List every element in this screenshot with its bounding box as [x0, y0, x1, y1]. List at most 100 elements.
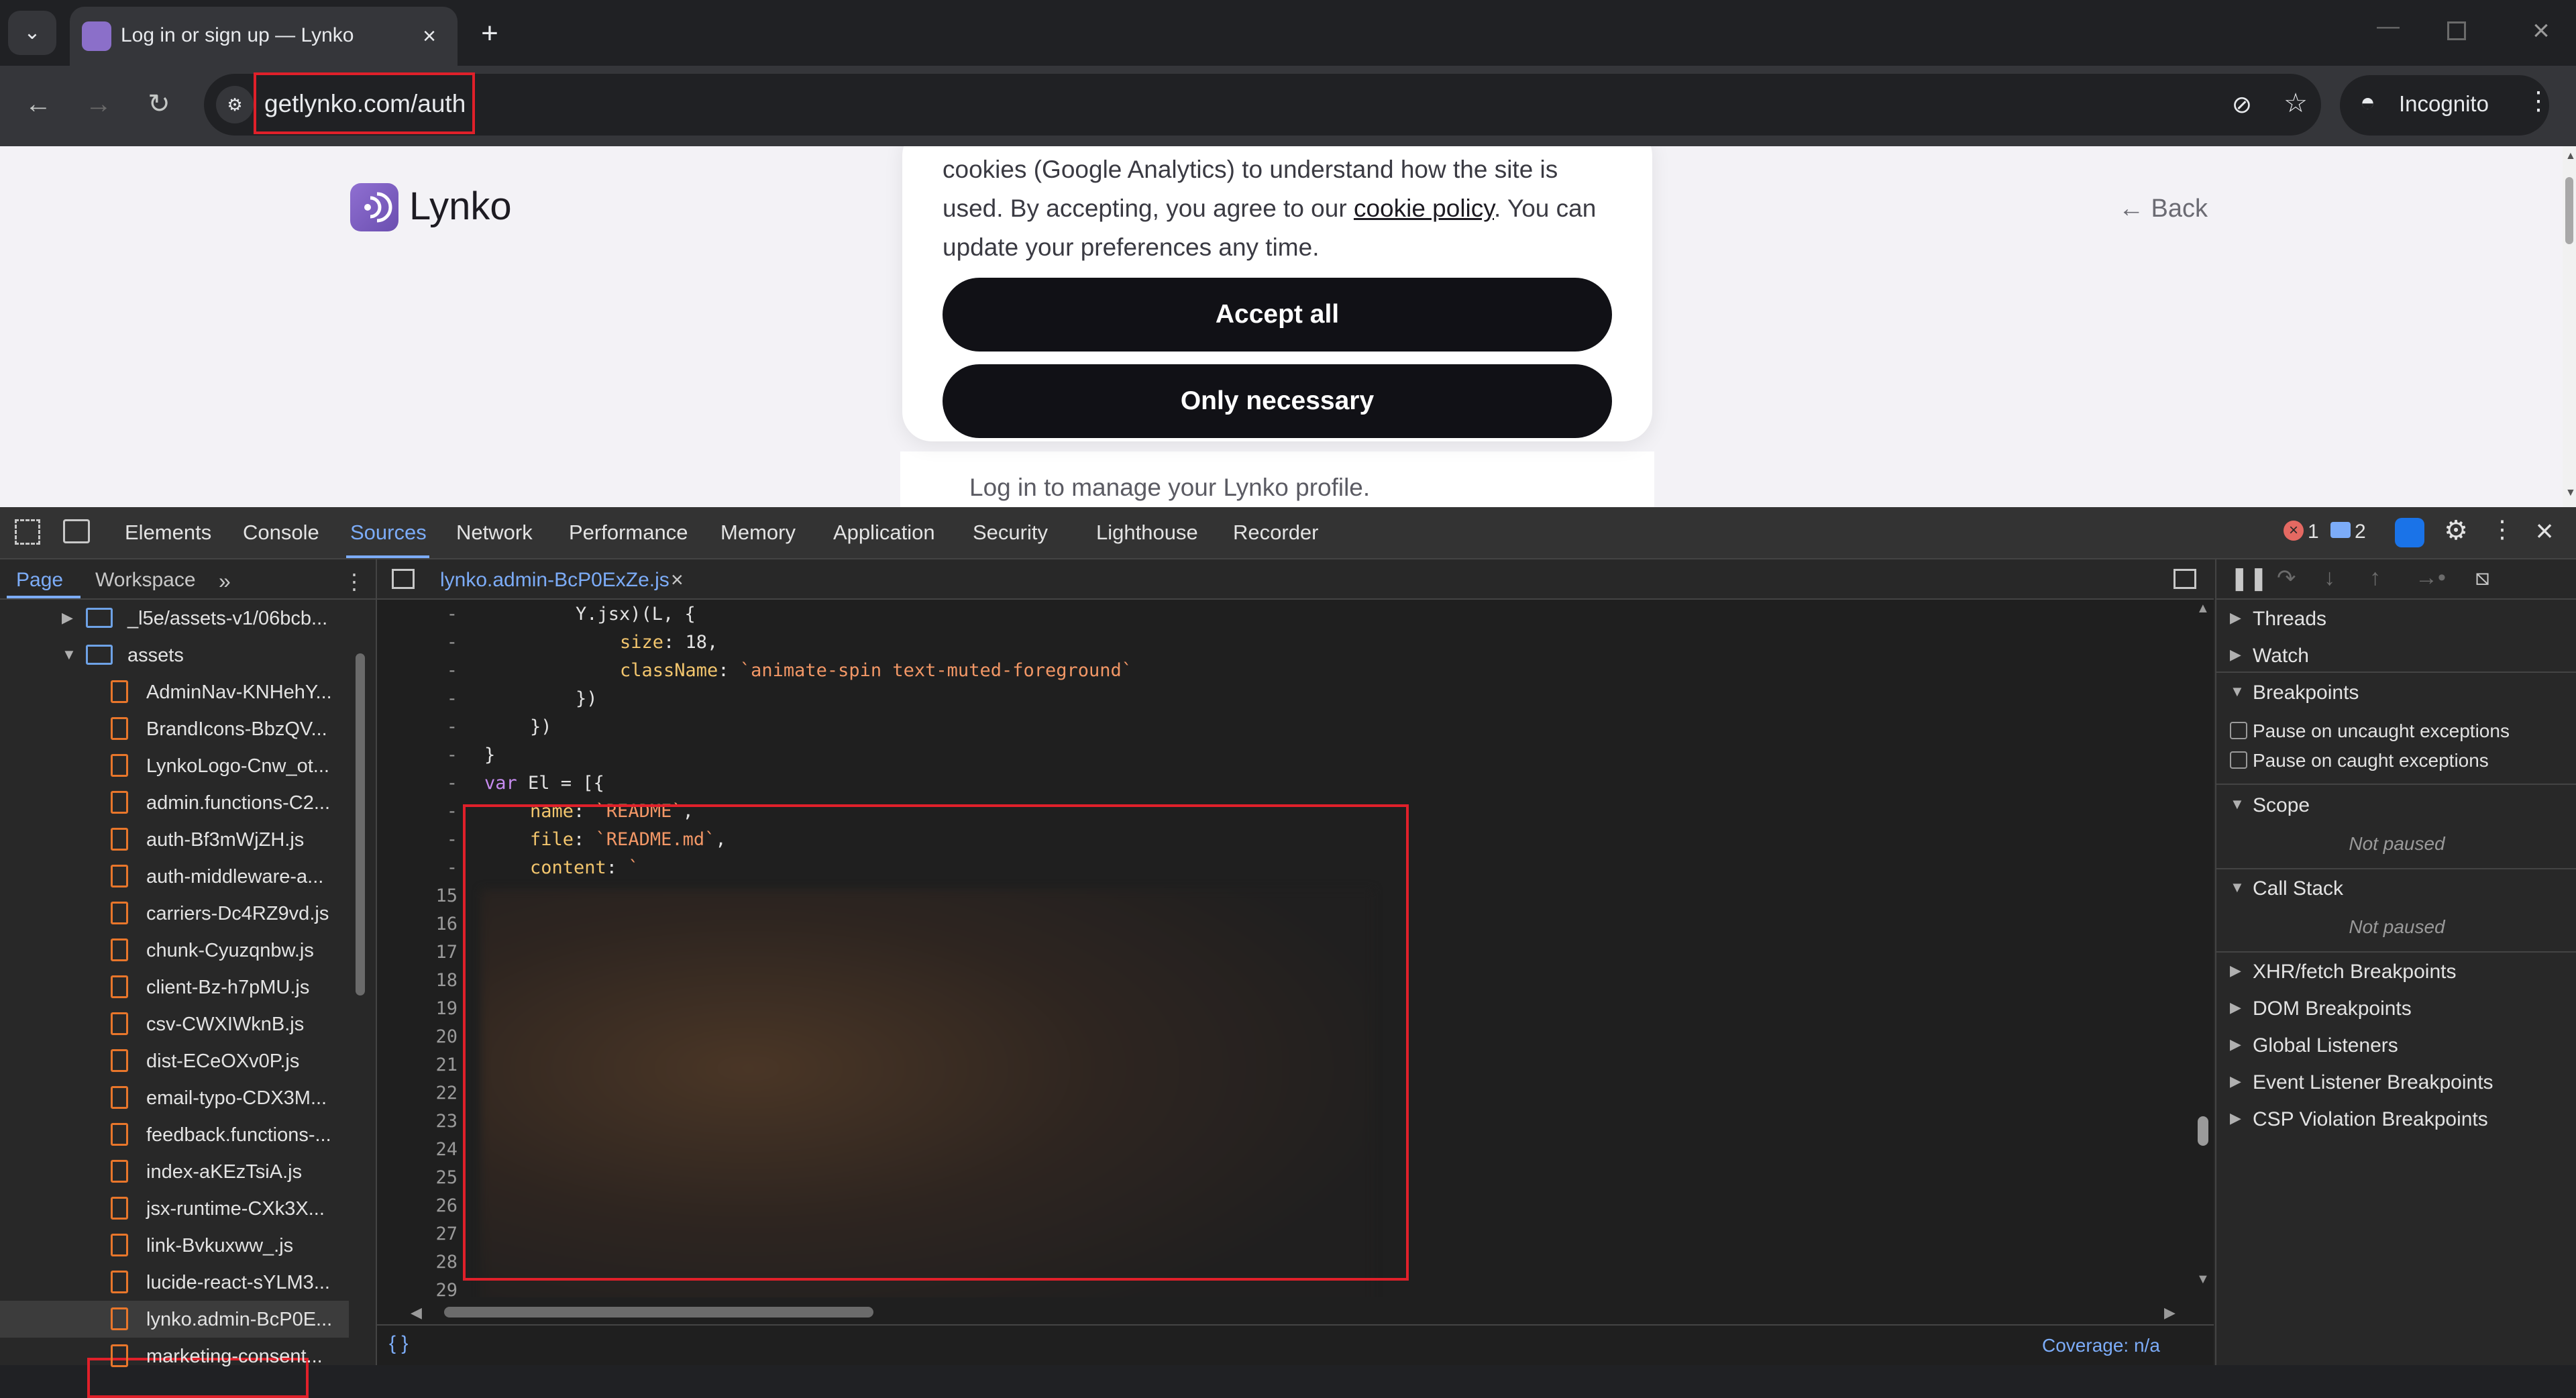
- tab-application[interactable]: Application: [833, 521, 935, 545]
- line-number[interactable]: 16: [411, 914, 458, 934]
- horizontal-scrollbar[interactable]: ◀ ▶: [411, 1304, 2182, 1322]
- navigator-scrollbar[interactable]: [356, 653, 365, 1324]
- deactivate-breakpoints-icon[interactable]: ⧅: [2475, 565, 2490, 591]
- navigator-menu-icon[interactable]: ⋮: [343, 569, 365, 594]
- file-item[interactable]: auth-middleware-a...: [0, 858, 349, 895]
- section-global-listeners[interactable]: ▶ Global Listeners: [2216, 1026, 2576, 1063]
- minimize-icon[interactable]: —: [2368, 13, 2408, 54]
- devtools-menu-icon[interactable]: ⋮: [2490, 515, 2514, 546]
- file-item[interactable]: email-typo-CDX3M...: [0, 1079, 349, 1116]
- section-xhr-breakpoints[interactable]: ▶ XHR/fetch Breakpoints: [2216, 953, 2576, 989]
- scroll-up-icon[interactable]: ▲: [2196, 601, 2210, 616]
- file-item[interactable]: BrandIcons-BbzQV...: [0, 710, 349, 747]
- toggle-navigator-icon[interactable]: [392, 569, 415, 589]
- section-event-listener-breakpoints[interactable]: ▶ Event Listener Breakpoints: [2216, 1063, 2576, 1099]
- line-number[interactable]: 23: [411, 1111, 458, 1132]
- page-scroll-thumb[interactable]: [2565, 177, 2573, 244]
- menu-kebab-icon[interactable]: ⋮: [2525, 86, 2552, 126]
- line-number[interactable]: 17: [411, 942, 458, 963]
- site-info-icon[interactable]: ⚙: [216, 86, 254, 123]
- line-number[interactable]: 18: [411, 970, 458, 991]
- back-link[interactable]: ← Back: [2118, 195, 2208, 223]
- tab-recorder[interactable]: Recorder: [1233, 521, 1319, 545]
- tree-folder-assets[interactable]: ▼ assets: [0, 637, 349, 674]
- step-into-icon[interactable]: ↓: [2324, 565, 2335, 591]
- step-icon[interactable]: →•: [2415, 565, 2446, 591]
- scroll-left-icon[interactable]: ◀: [411, 1304, 422, 1322]
- pause-icon[interactable]: ❚❚: [2230, 565, 2268, 592]
- pause-uncaught-checkbox[interactable]: [2230, 722, 2247, 739]
- line-number[interactable]: 22: [411, 1083, 458, 1104]
- close-window-icon[interactable]: ×: [2521, 11, 2561, 51]
- file-item[interactable]: chunk-Cyuzqnbw.js: [0, 932, 349, 969]
- section-call-stack[interactable]: ▼ Call Stack: [2216, 869, 2576, 906]
- tab-lighthouse[interactable]: Lighthouse: [1096, 521, 1198, 545]
- browser-tab[interactable]: Log in or sign up — Lynko ×: [70, 7, 458, 66]
- nav-scroll-thumb[interactable]: [356, 653, 365, 996]
- section-dom-breakpoints[interactable]: ▶ DOM Breakpoints: [2216, 989, 2576, 1026]
- file-item[interactable]: marketing-consent...: [0, 1338, 349, 1375]
- section-csp-breakpoints[interactable]: ▶ CSP Violation Breakpoints: [2216, 1100, 2576, 1136]
- incognito-badge[interactable]: ◓ Incognito: [2340, 75, 2549, 136]
- line-number[interactable]: 27: [411, 1224, 458, 1244]
- file-item[interactable]: client-Bz-h7pMU.js: [0, 969, 349, 1006]
- back-arrow-icon[interactable]: ←: [15, 80, 62, 127]
- only-necessary-button[interactable]: Only necessary: [943, 364, 1612, 438]
- section-threads[interactable]: ▶ Threads: [2216, 600, 2576, 636]
- file-item[interactable]: AdminNav-KNHehY...: [0, 674, 349, 710]
- restore-icon[interactable]: [2447, 21, 2466, 40]
- tab-elements[interactable]: Elements: [125, 521, 211, 545]
- toggle-debugger-icon[interactable]: [2174, 569, 2196, 589]
- tab-performance[interactable]: Performance: [569, 521, 688, 545]
- file-item[interactable]: link-Bvkuxww_.js: [0, 1227, 349, 1264]
- file-item[interactable]: csv-CWXIWknB.js: [0, 1006, 349, 1042]
- line-number[interactable]: 19: [411, 998, 458, 1019]
- file-item[interactable]: carriers-Dc4RZ9vd.js: [0, 895, 349, 932]
- forward-arrow-icon[interactable]: →: [75, 80, 122, 127]
- section-scope[interactable]: ▼ Scope: [2216, 786, 2576, 822]
- line-number[interactable]: 20: [411, 1026, 458, 1047]
- reload-icon[interactable]: ↻: [136, 80, 182, 127]
- tab-security[interactable]: Security: [973, 521, 1048, 545]
- file-item[interactable]: lynko.admin-BcP0E...: [0, 1301, 349, 1338]
- file-item[interactable]: admin.functions-C2...: [0, 784, 349, 821]
- file-item[interactable]: auth-Bf3mWjZH.js: [0, 821, 349, 858]
- file-item[interactable]: LynkoLogo-Cnw_ot...: [0, 747, 349, 784]
- inspect-icon[interactable]: [15, 519, 40, 545]
- line-number[interactable]: 21: [411, 1055, 458, 1075]
- accept-all-button[interactable]: Accept all: [943, 278, 1612, 352]
- page-scroll-down[interactable]: ▼: [2565, 487, 2576, 499]
- tab-search-button[interactable]: ⌄: [8, 11, 56, 55]
- scroll-right-icon[interactable]: ▶: [2164, 1304, 2176, 1322]
- nav-tab-page[interactable]: Page: [16, 569, 63, 592]
- line-number[interactable]: 25: [411, 1167, 458, 1188]
- tab-memory[interactable]: Memory: [720, 521, 796, 545]
- file-item[interactable]: jsx-runtime-CXk3X...: [0, 1190, 349, 1227]
- step-over-icon[interactable]: ↷: [2277, 565, 2296, 592]
- v-scroll-thumb[interactable]: [2198, 1116, 2208, 1146]
- more-tabs-icon[interactable]: »: [219, 569, 231, 594]
- ai-assistance-icon[interactable]: [2395, 518, 2424, 547]
- error-count[interactable]: 1: [2308, 521, 2319, 543]
- code-area[interactable]: - - - - - - - - - - 15 16 17 18 19 20 21 22 23 24 25 26 27 28 29…: [377, 600, 2188, 1297]
- device-toolbar-icon[interactable]: [63, 519, 90, 543]
- close-devtools-icon[interactable]: ×: [2529, 513, 2560, 548]
- line-number[interactable]: 28: [411, 1252, 458, 1273]
- page-scroll-up[interactable]: ▲: [2565, 150, 2576, 162]
- scroll-down-icon[interactable]: ▼: [2196, 1272, 2210, 1287]
- cookie-policy-link[interactable]: cookie policy: [1354, 195, 1494, 222]
- vertical-scrollbar[interactable]: ▲ ▼: [2194, 559, 2212, 1297]
- new-tab-button[interactable]: +: [470, 15, 510, 55]
- message-count[interactable]: 2: [2355, 521, 2366, 543]
- pause-caught-row[interactable]: Pause on caught exceptions: [2216, 742, 2576, 778]
- tree-folder-collapsed[interactable]: ▶ _l5e/assets-v1/06bcb...: [0, 600, 349, 637]
- file-item[interactable]: lucide-react-sYLM3...: [0, 1264, 349, 1301]
- file-item[interactable]: index-aKEzTsiA.js: [0, 1153, 349, 1190]
- file-item[interactable]: feedback.functions-...: [0, 1116, 349, 1153]
- pretty-print-button[interactable]: { }: [389, 1332, 408, 1355]
- section-breakpoints[interactable]: ▼ Breakpoints: [2216, 674, 2576, 710]
- line-number[interactable]: 24: [411, 1139, 458, 1160]
- line-number[interactable]: 15: [411, 885, 458, 906]
- tab-console[interactable]: Console: [243, 521, 319, 545]
- h-scroll-thumb[interactable]: [444, 1307, 873, 1318]
